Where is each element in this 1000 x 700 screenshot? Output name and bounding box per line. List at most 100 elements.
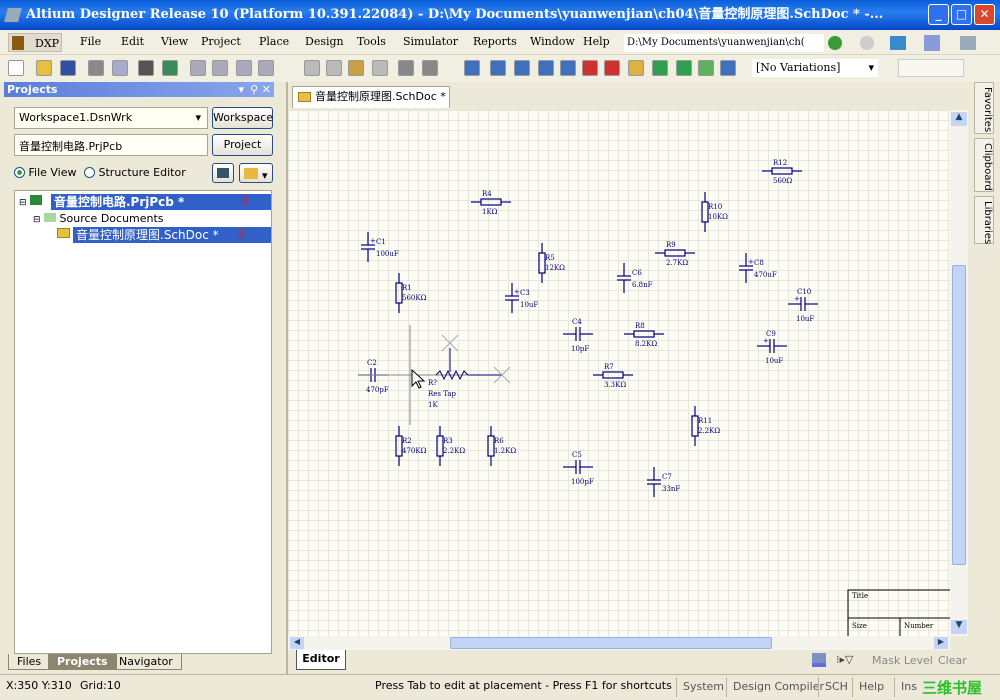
menu-window[interactable]: Window xyxy=(530,35,575,48)
move-icon[interactable] xyxy=(422,60,438,76)
project-field[interactable]: 音量控制电路.PrjPcb xyxy=(14,134,208,156)
workspace-dropdown[interactable]: Workspace1.DsnWrk ▾ xyxy=(14,107,208,129)
schematic-drawing[interactable]: R12 560Ω R4 1KΩ R10 10KΩ + C1 100uF R5 12KΩ R9 2.7KΩ… xyxy=(288,110,950,636)
blank-dropdown[interactable] xyxy=(898,59,964,77)
tab-favorites[interactable]: Favorites xyxy=(974,82,994,134)
print-icon[interactable] xyxy=(88,60,104,76)
status-button-sch[interactable]: SCH xyxy=(818,677,854,697)
zoom-fit-icon[interactable] xyxy=(190,60,206,76)
new-icon[interactable] xyxy=(8,60,24,76)
menu-design[interactable]: Design xyxy=(305,35,344,48)
component-c6[interactable]: C6 6.8nF xyxy=(617,263,653,293)
clear-filter-icon[interactable] xyxy=(812,653,826,667)
component-c8[interactable]: + C8470uF xyxy=(739,253,777,283)
status-button-design-compiler[interactable]: Design Compiler xyxy=(726,677,830,697)
project-options-button[interactable]: ▾ xyxy=(239,163,273,183)
component-r2[interactable]: R2 470KΩ xyxy=(395,426,427,466)
vertical-scrollbar[interactable]: ▼ ▲ xyxy=(950,110,968,636)
select-area-icon[interactable] xyxy=(398,60,414,76)
component-c5[interactable]: C5 100pF xyxy=(563,451,594,486)
menu-view[interactable]: View xyxy=(161,35,188,48)
workspace-button[interactable]: Workspace xyxy=(212,107,273,129)
tab-editor[interactable]: Editor xyxy=(296,650,346,670)
schematic-canvas[interactable]: R12 560Ω R4 1KΩ R10 10KΩ + C1 100uF R5 12KΩ R9 2.7KΩ… xyxy=(288,110,950,636)
component-r6[interactable]: R6 1.2KΩ xyxy=(487,426,516,466)
clear-button[interactable]: Clear xyxy=(938,654,967,667)
paste-icon[interactable] xyxy=(348,60,364,76)
gnd-icon[interactable] xyxy=(582,60,598,76)
component-r12[interactable]: R12 560Ω xyxy=(762,159,802,185)
collapse-icon[interactable]: ⊟ xyxy=(19,198,27,208)
tab-schdoc[interactable]: 音量控制原理图.SchDoc * xyxy=(292,86,450,108)
save-icon[interactable] xyxy=(60,60,76,76)
scroll-thumb[interactable] xyxy=(952,265,966,565)
pin-icon[interactable]: ⚲ xyxy=(250,82,258,97)
structure-editor-radio[interactable]: Structure Editor xyxy=(84,166,186,179)
menu-file[interactable]: File xyxy=(80,35,101,48)
tree-item-project[interactable]: ⊟ 音量控制电路.PrjPcb * 🗎 xyxy=(19,194,271,210)
component-r10[interactable]: R10 10KΩ xyxy=(701,192,728,232)
tree-item-schdoc[interactable]: 音量控制原理图.SchDoc * 🗎 xyxy=(57,227,271,243)
wire-icon[interactable] xyxy=(464,60,480,76)
component-r7[interactable]: R7 3.3KΩ xyxy=(593,363,633,389)
sheet-entry-icon[interactable] xyxy=(676,60,692,76)
floating-potentiometer[interactable]: R? Res Tap 1K xyxy=(358,325,511,425)
design-insight-icon[interactable] xyxy=(924,35,940,51)
component-r11[interactable]: R11 2.2KΩ xyxy=(691,406,720,446)
forward-icon[interactable] xyxy=(860,36,874,50)
component-c4[interactable]: C4 10pF xyxy=(563,318,593,353)
tab-projects[interactable]: Projects xyxy=(48,654,117,670)
scroll-thumb[interactable] xyxy=(450,637,772,649)
menu-simulator[interactable]: Simulator xyxy=(403,35,458,48)
component-r3[interactable]: R3 2.2KΩ xyxy=(436,426,465,466)
menu-project[interactable]: Project xyxy=(201,35,241,48)
dxp-menu[interactable]: DXP xyxy=(8,33,62,52)
menu-tools[interactable]: Tools xyxy=(357,35,386,48)
bus-icon[interactable] xyxy=(490,60,506,76)
zoom-selected-icon[interactable] xyxy=(236,60,252,76)
component-r9[interactable]: R9 2.7KΩ xyxy=(655,241,695,267)
component-c1[interactable]: + C1100uF xyxy=(361,232,399,262)
filter-icon[interactable]: ⁝▸▽ xyxy=(836,653,853,666)
path-dropdown[interactable]: D:\My Documents\yuanwenjian\ch( xyxy=(624,34,824,52)
file-view-radio[interactable]: File View xyxy=(14,166,77,179)
menu-edit[interactable]: Edit xyxy=(121,35,144,48)
port-icon[interactable] xyxy=(720,60,736,76)
menu-place[interactable]: Place xyxy=(259,35,289,48)
status-button-system[interactable]: System xyxy=(676,677,730,697)
project-button[interactable]: Project xyxy=(212,134,273,156)
copy-icon[interactable] xyxy=(326,60,342,76)
minimize-button[interactable]: _ xyxy=(928,4,949,25)
rubber-stamp-icon[interactable] xyxy=(372,60,388,76)
variations-dropdown[interactable]: [No Variations] ▾ xyxy=(752,59,878,77)
cut-icon[interactable] xyxy=(304,60,320,76)
back-icon[interactable] xyxy=(828,36,842,50)
close-button[interactable]: ✕ xyxy=(974,4,995,25)
component-r8[interactable]: R8 8.2KΩ xyxy=(624,322,664,348)
horizontal-scrollbar[interactable]: ◀ ▶ xyxy=(288,636,950,650)
filter-icon[interactable] xyxy=(258,60,274,76)
tab-files[interactable]: Files xyxy=(8,654,51,670)
bus-entry-icon[interactable] xyxy=(514,60,530,76)
component-c3[interactable]: + C310uF xyxy=(505,283,538,313)
part-icon[interactable] xyxy=(628,60,644,76)
net-label-icon[interactable] xyxy=(538,60,554,76)
component-r4[interactable]: R4 1KΩ xyxy=(471,190,511,216)
component-r5[interactable]: R5 12KΩ xyxy=(538,243,565,283)
3d-icon[interactable] xyxy=(138,60,154,76)
tab-libraries[interactable]: Libraries xyxy=(974,196,994,244)
tab-navigator[interactable]: Navigator xyxy=(110,654,182,670)
component-c2[interactable]: C2 470pF xyxy=(358,359,389,394)
component-r1[interactable]: R1 560KΩ xyxy=(395,273,427,313)
component-c9[interactable]: +C9 10uF xyxy=(757,330,787,365)
print-preview-icon[interactable] xyxy=(112,60,128,76)
mask-level-button[interactable]: Mask Level xyxy=(872,654,933,667)
vcc-icon[interactable] xyxy=(604,60,620,76)
scroll-up-icon[interactable]: ▲ xyxy=(951,112,967,126)
scroll-left-icon[interactable]: ◀ xyxy=(290,637,304,649)
collapse-icon[interactable]: ⊟ xyxy=(33,215,41,225)
device-sheet-icon[interactable] xyxy=(698,60,714,76)
scroll-down-icon[interactable]: ▼ xyxy=(951,620,967,634)
component-c10[interactable]: +C10 10uF xyxy=(788,288,818,323)
zoom-area-icon[interactable] xyxy=(212,60,228,76)
